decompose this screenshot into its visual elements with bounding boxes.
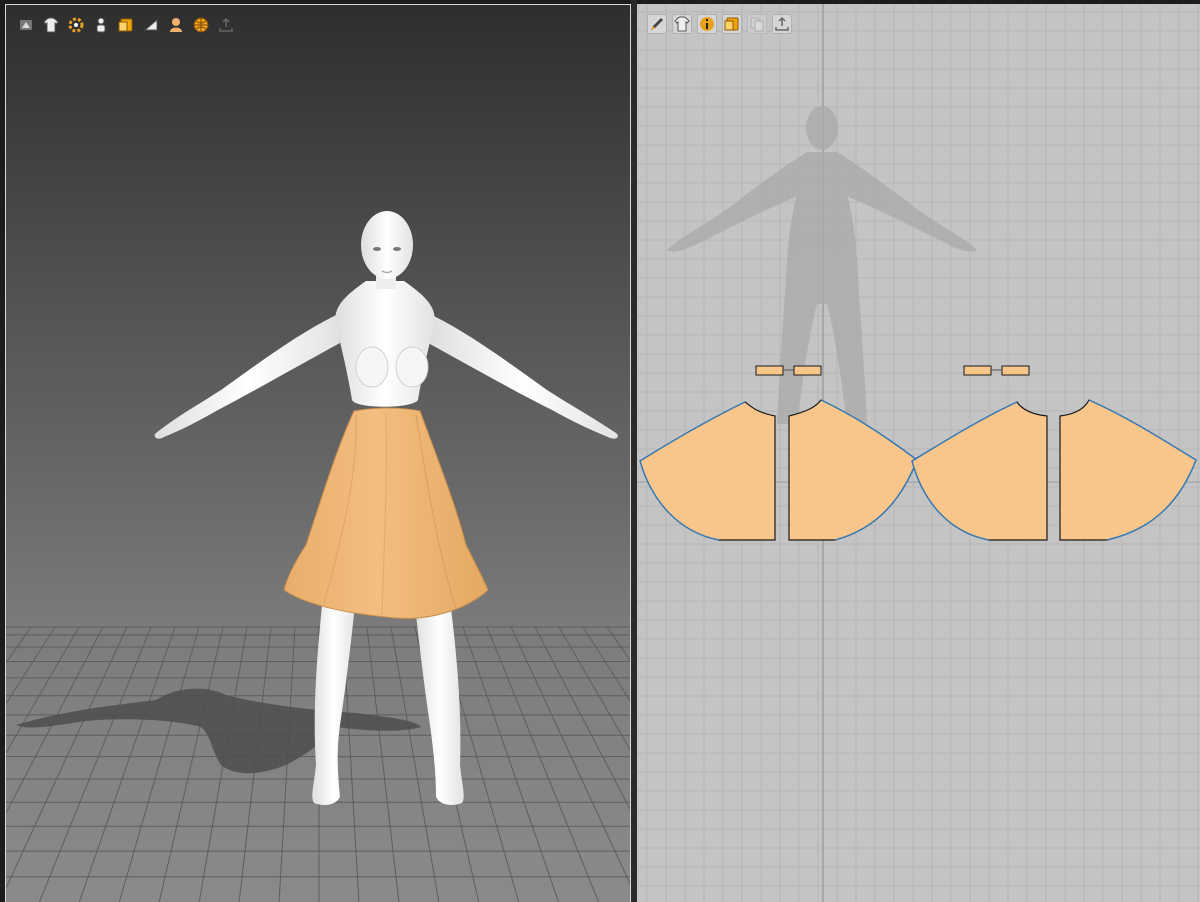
viewport-export-button[interactable] (216, 15, 236, 35)
2d-canvas[interactable] (637, 4, 1200, 902)
viewport-3d-toolbar (16, 15, 236, 35)
skirt-piece-front-right[interactable] (788, 399, 918, 541)
waistband-piece[interactable] (755, 365, 784, 376)
app-window (0, 0, 1200, 902)
skirt-piece-back-right[interactable] (1059, 399, 1197, 541)
pattern-info-button[interactable] (697, 14, 717, 34)
viewport-avatar-pose-button[interactable] (91, 15, 111, 35)
export-tray-icon (773, 15, 791, 33)
export-tray-icon (217, 16, 235, 34)
skirt-piece-front-left[interactable] (639, 401, 776, 541)
skirt-3d[interactable] (283, 407, 489, 619)
pencil-icon (648, 15, 666, 33)
avatar-left-arm (154, 315, 340, 439)
globe-mesh-icon (192, 16, 210, 34)
waistband-piece[interactable] (1001, 365, 1030, 376)
viewport-mesh-button[interactable] (191, 15, 211, 35)
avatar-right-arm (428, 315, 618, 439)
texture-swatch-icon (117, 16, 135, 34)
fold-icon (142, 16, 160, 34)
info-icon (698, 15, 716, 33)
viewport-3d[interactable] (5, 4, 631, 902)
viewport-fold-button[interactable] (141, 15, 161, 35)
texture-swatch-icon (723, 15, 741, 33)
avatar-pose-icon (92, 16, 110, 34)
pattern-edit-pattern-button[interactable] (647, 14, 667, 34)
viewport-display-garment-button[interactable] (41, 15, 61, 35)
gear-sim-icon (67, 16, 85, 34)
viewport-display-avatar-button[interactable] (16, 15, 36, 35)
pattern-show-garment-button[interactable] (672, 14, 692, 34)
avatar-head (361, 211, 413, 279)
pattern-window-2d[interactable] (637, 4, 1200, 902)
viewport-simulation-button[interactable] (66, 15, 86, 35)
avatar-torso (335, 281, 435, 407)
pattern-window-toolbar (647, 14, 792, 34)
avatar-silhouette (667, 106, 977, 424)
pattern-export-button[interactable] (772, 14, 792, 34)
waistband-piece[interactable] (793, 365, 822, 376)
waistband-piece[interactable] (963, 365, 992, 376)
pattern-texture-button[interactable] (722, 14, 742, 34)
skin-avatar-icon (167, 16, 185, 34)
copy-icon (748, 15, 766, 33)
viewport-skin-button[interactable] (166, 15, 186, 35)
shirt-icon (42, 16, 60, 34)
avatar-display-icon (17, 16, 35, 34)
pattern-copy-button[interactable] (747, 14, 767, 34)
3d-scene[interactable] (6, 5, 631, 902)
shirt-icon (673, 15, 691, 33)
viewport-texture-button[interactable] (116, 15, 136, 35)
